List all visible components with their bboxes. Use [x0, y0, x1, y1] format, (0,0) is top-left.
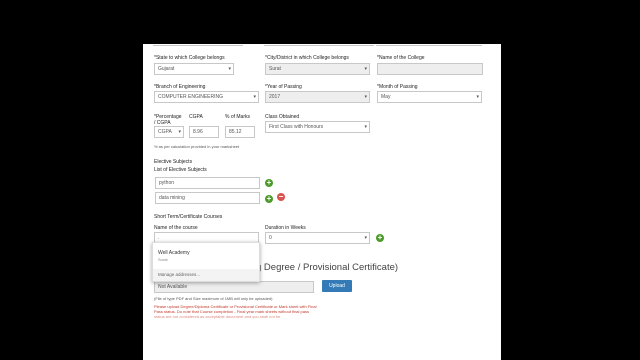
year-label: *Year of Passing — [265, 84, 302, 90]
marks-input[interactable]: 85.12 — [225, 126, 255, 138]
video-frame: *State to which College belongs Gujarat … — [0, 0, 640, 360]
chevron-down-icon: ▾ — [364, 124, 367, 130]
class-value: First Class with Honours — [269, 124, 324, 130]
degree-heading: g Degree / Provisional Certificate) — [256, 262, 399, 273]
state-select[interactable]: Gujarat ▾ — [154, 63, 234, 75]
percentage-type-select[interactable]: CGPA ▾ — [154, 126, 184, 138]
cgpa-input[interactable]: 8.96 — [189, 126, 219, 138]
autocomplete-suggestion-sub: Surat — [158, 257, 168, 262]
class-select[interactable]: First Class with Honours ▾ — [265, 121, 370, 133]
percentage-label: *Percentage / CGPA — [154, 114, 182, 126]
class-label: Class Obtained — [265, 114, 300, 120]
college-label: *Name of the College — [377, 55, 425, 61]
cut-off-field-1 — [153, 44, 243, 46]
degree-file-display: Not Available — [154, 281, 314, 293]
elective-input-1[interactable]: python — [155, 177, 260, 189]
electives-heading: Elective Subjects — [154, 159, 193, 165]
autocomplete-dropdown: Well Academy Surat Manage addresses... — [152, 242, 260, 282]
year-select[interactable]: 2017 ▾ — [265, 91, 370, 103]
month-select[interactable]: May ▾ — [377, 91, 482, 103]
city-value: Surat — [269, 66, 281, 72]
duration-label: Duration in Weeks — [265, 225, 306, 231]
month-value: May — [381, 94, 391, 100]
city-label: *City/District in which College belongs — [265, 55, 349, 61]
college-input[interactable] — [377, 63, 483, 75]
percentage-type-value: CGPA — [158, 129, 172, 135]
city-select[interactable]: Surat ▾ — [265, 63, 370, 75]
manage-addresses-link[interactable]: Manage addresses... — [153, 269, 259, 281]
degree-file-value: Not Available — [158, 284, 188, 290]
chevron-down-icon: ▾ — [253, 94, 256, 100]
chevron-down-icon: ▾ — [228, 66, 231, 72]
branch-select[interactable]: COMPUTER ENGINEERING ▾ — [154, 91, 259, 103]
elective-input-2[interactable]: data mining — [155, 192, 260, 204]
month-label: *Month of Passing — [377, 84, 418, 90]
remove-elective-icon[interactable]: − — [277, 193, 285, 201]
file-note: (File of type PDF and Size maximum of 1M… — [154, 296, 273, 301]
elective-value-2: data mining — [159, 195, 185, 201]
course-name-value: . — [158, 235, 160, 241]
calc-note: % as per calculation provided in your ma… — [154, 144, 240, 149]
marks-label: % of Marks — [225, 114, 251, 120]
year-value: 2017 — [269, 94, 281, 100]
add-elective-icon[interactable]: + — [265, 179, 273, 187]
duration-value: 0 — [269, 235, 272, 241]
branch-value: COMPUTER ENGINEERING — [158, 94, 224, 100]
chevron-down-icon: ▾ — [364, 66, 367, 72]
state-value: Gujarat — [158, 66, 175, 72]
chevron-down-icon: ▾ — [364, 235, 367, 241]
marks-value: 85.12 — [229, 129, 242, 135]
courses-heading: Short Term/Certificate Courses — [154, 214, 223, 220]
duration-select[interactable]: 0 ▾ — [265, 232, 370, 244]
cut-off-field-2 — [264, 44, 374, 46]
elective-value-1: python — [159, 180, 175, 186]
electives-list-label: List of Elective Subjects — [154, 167, 207, 173]
upload-button[interactable]: Upload — [322, 280, 352, 292]
upload-warning-3: status are not considered as acceptable … — [154, 314, 281, 319]
autocomplete-suggestion-name[interactable]: Well Academy — [158, 250, 190, 256]
cgpa-value: 8.96 — [193, 129, 203, 135]
add-course-icon[interactable]: + — [376, 234, 384, 242]
cgpa-label: CGPA — [189, 114, 203, 120]
course-name-label: Name of the course — [154, 225, 198, 231]
chevron-down-icon: ▾ — [364, 94, 367, 100]
chevron-down-icon: ▾ — [178, 129, 181, 135]
cut-off-field-3 — [376, 44, 482, 46]
branch-label: *Branch of Engineering — [154, 84, 206, 90]
add-elective-icon[interactable]: + — [265, 195, 273, 203]
chevron-down-icon: ▾ — [476, 94, 479, 100]
registration-form: *State to which College belongs Gujarat … — [143, 44, 501, 360]
state-label: *State to which College belongs — [154, 55, 225, 61]
